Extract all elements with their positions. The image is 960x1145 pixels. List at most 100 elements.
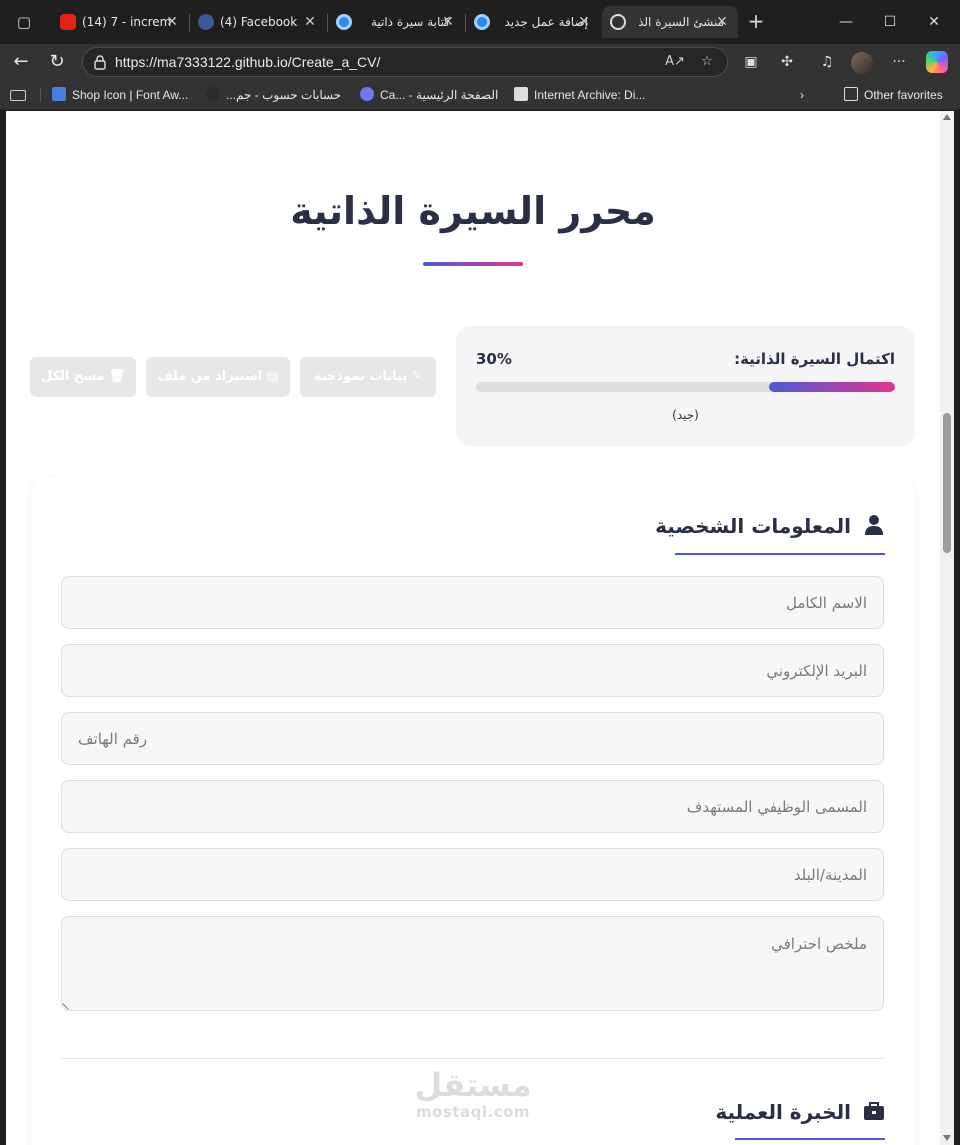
back-icon[interactable]: ← (8, 50, 34, 74)
canva-icon (360, 87, 374, 101)
globe-icon (610, 14, 626, 30)
workspaces-icon[interactable]: ▢ (12, 10, 36, 34)
city-field[interactable] (61, 848, 884, 901)
close-icon[interactable]: ✕ (714, 13, 730, 31)
progress-fill (769, 382, 895, 392)
tab-cv-writing[interactable]: كتابة سيرة ذاتية ✕ (328, 6, 464, 38)
tab-add-work[interactable]: إضافة عمل جديد ✕ (466, 6, 600, 38)
briefcase-icon (864, 1102, 884, 1120)
favorites-bar: Shop Icon | Font Aw... حسابات حسوب - جم.… (0, 80, 960, 110)
page-title: محرر السيرة الذاتية (290, 189, 656, 233)
close-window-button[interactable]: ✕ (918, 8, 950, 36)
favorite-link[interactable]: Shop Icon | Font Aw... (52, 86, 188, 104)
lock-icon (94, 55, 106, 70)
email-input[interactable] (62, 645, 883, 696)
favorite-label: حسابات حسوب - جم... (226, 88, 342, 102)
progress-status: (جيد) (672, 408, 699, 422)
pencil-icon: ✎ (411, 369, 423, 384)
youtube-icon (60, 14, 76, 30)
close-icon[interactable]: ✕ (302, 13, 318, 31)
archive-icon (514, 87, 528, 101)
phone-field[interactable] (61, 712, 884, 765)
favorites-divider (40, 88, 41, 102)
progress-percent: 30% (476, 350, 512, 368)
copilot-icon[interactable] (926, 51, 948, 73)
import-file-button[interactable]: ▤استيراد من ملف (146, 357, 290, 397)
favorite-link[interactable]: Internet Archive: Di... (514, 86, 645, 104)
button-label: بيانات نموذجية (313, 369, 408, 384)
full-name-field[interactable] (61, 576, 884, 629)
maximize-button[interactable]: ☐ (874, 8, 906, 36)
page-viewport: محرر السيرة الذاتية اكتمال السيرة الذاتي… (6, 111, 940, 1145)
button-label: استيراد من ملف (157, 369, 263, 384)
folder-icon (844, 87, 858, 101)
progress-card: اكتمال السيرة الذاتية: 30% (جيد) (456, 326, 915, 446)
tab-facebook[interactable]: (4) Facebook ✕ (190, 6, 326, 38)
sample-data-button[interactable]: ✎بيانات نموذجية (300, 357, 436, 397)
profile-avatar[interactable] (851, 52, 873, 74)
tab-youtube[interactable]: (14) 7 - increm ✕ (52, 6, 188, 38)
mostaql-icon (474, 14, 490, 30)
section-underline (735, 1138, 885, 1140)
page-scrollbar[interactable] (940, 111, 954, 1145)
close-icon[interactable]: ✕ (164, 13, 180, 31)
experience-heading: الخبرة العملية (715, 1094, 885, 1140)
job-title-field[interactable] (61, 780, 884, 833)
file-import-icon: ▤ (266, 369, 279, 384)
minimize-button[interactable]: — (830, 8, 862, 36)
collections-icon[interactable]: ♫ (816, 51, 838, 73)
window-edge (954, 111, 960, 1145)
refresh-icon[interactable]: ↻ (44, 50, 70, 74)
scroll-down-arrow-icon[interactable] (943, 1135, 951, 1141)
flag-icon (52, 87, 66, 101)
mostaql-icon (336, 14, 352, 30)
other-favorites-label: Other favorites (864, 88, 943, 102)
extensions-puzzle-icon[interactable]: ✣ (776, 51, 798, 73)
personal-info-heading: المعلومات الشخصية (655, 508, 885, 554)
user-icon (865, 515, 883, 535)
extension-icon[interactable]: ▣ (740, 51, 762, 73)
email-field[interactable] (61, 644, 884, 697)
section-divider (61, 1058, 884, 1059)
city-input[interactable] (62, 849, 883, 900)
close-icon[interactable]: ✕ (440, 13, 456, 31)
tab-strip: ▢ (14) 7 - increm ✕ (4) Facebook ✕ كتابة… (0, 0, 960, 44)
tab-cv-builder[interactable]: منشئ السيرة الذ ✕ (602, 6, 738, 38)
full-name-input[interactable] (62, 577, 883, 628)
more-menu-icon[interactable]: ··· (888, 51, 910, 73)
cv-form-card: المعلومات الشخصية الاسم الكامل البريد ال… (31, 478, 915, 1145)
watermark-arabic: مستقل (414, 1066, 532, 1104)
mostaql-watermark: مستقل mostaql.com (398, 1067, 548, 1121)
tab-title: منشئ السيرة الذ (638, 15, 724, 29)
address-toolbar: ← ↻ https://ma7333122.github.io/Create_a… (0, 44, 960, 80)
section-title: المعلومات الشخصية (655, 514, 851, 538)
clear-all-button[interactable]: 🗑︎مسح الكل (30, 357, 136, 397)
progress-bar (476, 382, 895, 392)
summary-textarea[interactable] (62, 917, 883, 1010)
progress-label: اكتمال السيرة الذاتية: (734, 350, 895, 368)
favorite-link[interactable]: Ca... - الصفحة الرئيسية (360, 86, 498, 104)
tab-title: (14) 7 - increm (82, 15, 172, 29)
phone-input[interactable] (62, 713, 883, 764)
read-aloud-icon[interactable]: A↗ (665, 53, 685, 71)
summary-field[interactable] (61, 916, 884, 1011)
button-label: مسح الكل (40, 369, 105, 384)
other-favorites[interactable]: Other favorites (844, 86, 943, 104)
trash-icon: 🗑︎ (108, 369, 126, 384)
favorites-toggle-icon[interactable] (10, 86, 32, 104)
browser-window: ▢ (14) 7 - increm ✕ (4) Facebook ✕ كتابة… (0, 0, 960, 1145)
favorite-link[interactable]: حسابات حسوب - جم... (206, 86, 341, 104)
hsoub-icon (206, 87, 220, 101)
address-bar[interactable]: https://ma7333122.github.io/Create_a_CV/… (82, 47, 728, 77)
close-icon[interactable]: ✕ (576, 13, 592, 31)
chevron-right-icon[interactable]: › (800, 86, 804, 104)
favorite-star-icon[interactable]: ☆ (697, 53, 717, 71)
new-tab-button[interactable]: + (744, 10, 768, 34)
url-text: https://ma7333122.github.io/Create_a_CV/ (115, 54, 381, 70)
scroll-up-arrow-icon[interactable] (943, 114, 951, 120)
section-underline (675, 553, 885, 555)
job-title-input[interactable] (62, 781, 883, 832)
scrollbar-thumb[interactable] (943, 413, 951, 553)
favorite-label: Shop Icon | Font Aw... (72, 88, 189, 102)
favorite-label: Internet Archive: Di... (534, 88, 646, 102)
